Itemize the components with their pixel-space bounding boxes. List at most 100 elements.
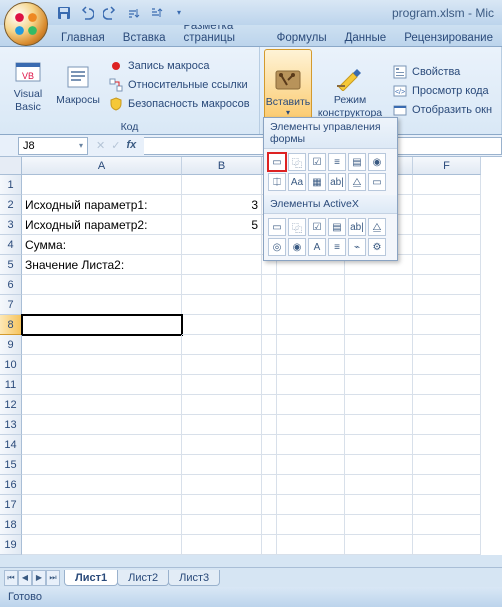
column-header[interactable]: A [22,157,182,175]
cell[interactable] [345,275,413,295]
control-item[interactable]: A [308,238,326,256]
cell[interactable] [262,315,277,335]
row-header[interactable]: 17 [0,495,22,515]
column-header[interactable]: B [182,157,262,175]
name-box[interactable]: J8▾ [18,137,88,155]
sheet-nav-prev-icon[interactable]: ◀ [18,570,32,586]
cell[interactable] [413,475,481,495]
cell[interactable] [182,175,262,195]
cell[interactable] [182,295,262,315]
cell[interactable] [22,535,182,555]
undo-icon[interactable] [77,3,97,23]
cell[interactable] [182,355,262,375]
row-header[interactable]: 5 [0,255,22,275]
cell[interactable] [182,475,262,495]
cell[interactable] [277,355,345,375]
control-item[interactable]: ◉ [288,238,306,256]
cell[interactable] [413,415,481,435]
row-header[interactable]: 13 [0,415,22,435]
cell[interactable] [277,315,345,335]
cell[interactable] [182,415,262,435]
cell[interactable] [413,355,481,375]
visual-basic-button[interactable]: VB Visual Basic [4,49,52,120]
control-item[interactable]: ☑ [308,153,326,171]
view-code-button[interactable]: </>Просмотр кода [388,82,496,100]
properties-button[interactable]: Свойства [388,63,496,81]
qat-customize-icon[interactable]: ▾ [169,3,189,23]
control-item[interactable]: ▭ [268,218,286,236]
cell[interactable] [345,295,413,315]
cell[interactable] [413,215,481,235]
control-item[interactable]: ▤ [348,153,366,171]
sort-desc-icon[interactable] [146,3,166,23]
fx-icon[interactable]: fx [126,139,136,152]
control-item[interactable]: ⿻ [288,153,306,171]
cell[interactable] [277,475,345,495]
cell[interactable] [345,435,413,455]
ribbon-tab[interactable]: Формулы [268,29,336,46]
cell[interactable] [22,395,182,415]
row-header[interactable]: 11 [0,375,22,395]
cell[interactable] [22,495,182,515]
column-header[interactable]: F [413,157,481,175]
cell[interactable] [182,395,262,415]
cell[interactable] [182,275,262,295]
control-item[interactable]: ab| [348,218,366,236]
cell[interactable] [22,455,182,475]
cell[interactable] [22,415,182,435]
row-header[interactable]: 15 [0,455,22,475]
cell[interactable] [262,535,277,555]
control-item[interactable]: ⧋ [368,218,386,236]
row-header[interactable]: 18 [0,515,22,535]
cell[interactable] [22,335,182,355]
ribbon-tab[interactable]: Данные [336,29,396,46]
cell[interactable] [182,315,262,335]
cell[interactable] [413,255,481,275]
cell[interactable]: Сумма: [22,235,182,255]
cell[interactable] [413,375,481,395]
cell[interactable] [262,515,277,535]
record-macro-button[interactable]: Запись макроса [104,57,254,75]
macros-button[interactable]: Макросы [54,49,102,120]
cell[interactable] [262,375,277,395]
cell[interactable]: 5 [182,215,262,235]
cell[interactable] [413,195,481,215]
cell[interactable] [277,335,345,355]
row-header[interactable]: 4 [0,235,22,255]
control-item[interactable]: ⚙ [368,238,386,256]
row-header[interactable]: 14 [0,435,22,455]
cell[interactable] [22,375,182,395]
row-header[interactable]: 10 [0,355,22,375]
cell[interactable] [345,495,413,515]
cell[interactable] [262,395,277,415]
control-item[interactable]: ⧋ [348,173,366,191]
cell[interactable]: 3 [182,195,262,215]
control-item[interactable]: ≡ [328,238,346,256]
cell[interactable] [345,455,413,475]
cell[interactable] [345,335,413,355]
relative-refs-button[interactable]: Относительные ссылки [104,76,254,94]
cell[interactable]: Исходный параметр2: [22,215,182,235]
cell[interactable] [22,475,182,495]
cell[interactable] [182,375,262,395]
cell[interactable] [262,455,277,475]
row-header[interactable]: 2 [0,195,22,215]
cell[interactable] [182,235,262,255]
sheet-tab[interactable]: Лист2 [117,570,169,586]
row-header[interactable]: 6 [0,275,22,295]
macro-security-button[interactable]: Безопасность макросов [104,95,254,113]
cell[interactable] [413,435,481,455]
row-header[interactable]: 3 [0,215,22,235]
sheet-tab[interactable]: Лист1 [64,570,118,586]
cell[interactable] [277,495,345,515]
office-button[interactable] [4,2,48,46]
ribbon-tab[interactable]: Вставка [114,29,175,46]
cell[interactable] [277,455,345,475]
select-all-button[interactable] [0,157,22,175]
cell[interactable] [182,495,262,515]
row-header[interactable]: 16 [0,475,22,495]
control-item[interactable]: ☑ [308,218,326,236]
cell[interactable] [182,435,262,455]
enter-formula-icon[interactable]: ✓ [111,139,120,152]
cell[interactable] [413,395,481,415]
